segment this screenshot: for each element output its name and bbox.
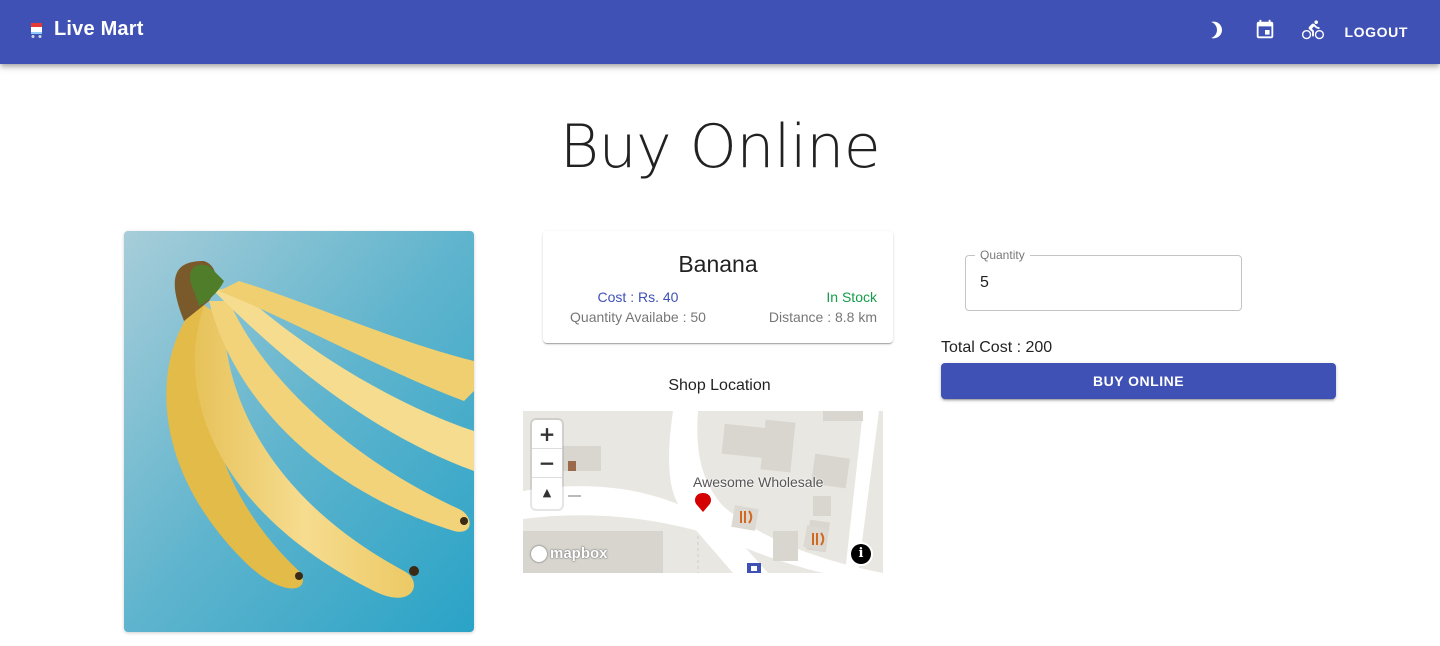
app-bar: Live Mart LOGOUT xyxy=(0,0,1440,64)
product-name: Banana xyxy=(678,251,758,277)
map-info-icon[interactable]: i xyxy=(851,544,871,564)
delivery-bike-icon xyxy=(1301,19,1324,46)
quantity-field[interactable]: Quantity xyxy=(965,248,1242,311)
calendar-button[interactable] xyxy=(1241,8,1289,56)
shop-location-heading: Shop Location xyxy=(668,377,771,394)
nav-actions: LOGOUT xyxy=(1193,0,1440,64)
cart-logo-icon xyxy=(28,21,46,39)
product-image xyxy=(124,231,474,632)
brand[interactable]: Live Mart xyxy=(28,18,144,41)
buy-online-button[interactable]: BUY ONLINE xyxy=(941,363,1336,399)
stock-status: In Stock xyxy=(826,289,877,305)
zoom-in-button[interactable]: + xyxy=(532,420,562,449)
zoom-out-button[interactable]: − xyxy=(532,449,562,478)
dark-mode-toggle[interactable] xyxy=(1193,8,1241,56)
quantity-label: Quantity xyxy=(975,248,1030,262)
product-cost: Cost : Rs. 40 xyxy=(597,289,679,305)
logout-button[interactable]: LOGOUT xyxy=(1337,24,1440,40)
page-title: Buy Online xyxy=(559,112,881,182)
quantity-available: Quantity Availabe : 50 xyxy=(570,309,706,325)
shop-place-label: Awesome Wholesale xyxy=(693,474,824,490)
calendar-icon xyxy=(1254,19,1276,46)
app-title: Live Mart xyxy=(54,18,144,40)
total-cost: Total Cost : 200 xyxy=(941,339,1053,356)
product-info-card: Banana Cost : Rs. 40 Quantity Availabe :… xyxy=(543,231,893,343)
dark-mode-icon xyxy=(1207,20,1227,45)
mapbox-logo[interactable]: mapbox xyxy=(531,545,608,562)
delivery-button[interactable] xyxy=(1289,8,1337,56)
mapbox-logo-icon xyxy=(531,545,547,562)
shop-distance: Distance : 8.8 km xyxy=(768,309,877,325)
mapbox-logo-text: mapbox xyxy=(550,545,608,562)
shop-location-map[interactable]: + − ▲ Awesome Wholesale mapbox i xyxy=(523,411,883,573)
map-nav-controls: + − ▲ xyxy=(532,420,562,509)
quantity-input[interactable] xyxy=(980,274,1220,292)
compass-button[interactable]: ▲ xyxy=(532,478,562,507)
